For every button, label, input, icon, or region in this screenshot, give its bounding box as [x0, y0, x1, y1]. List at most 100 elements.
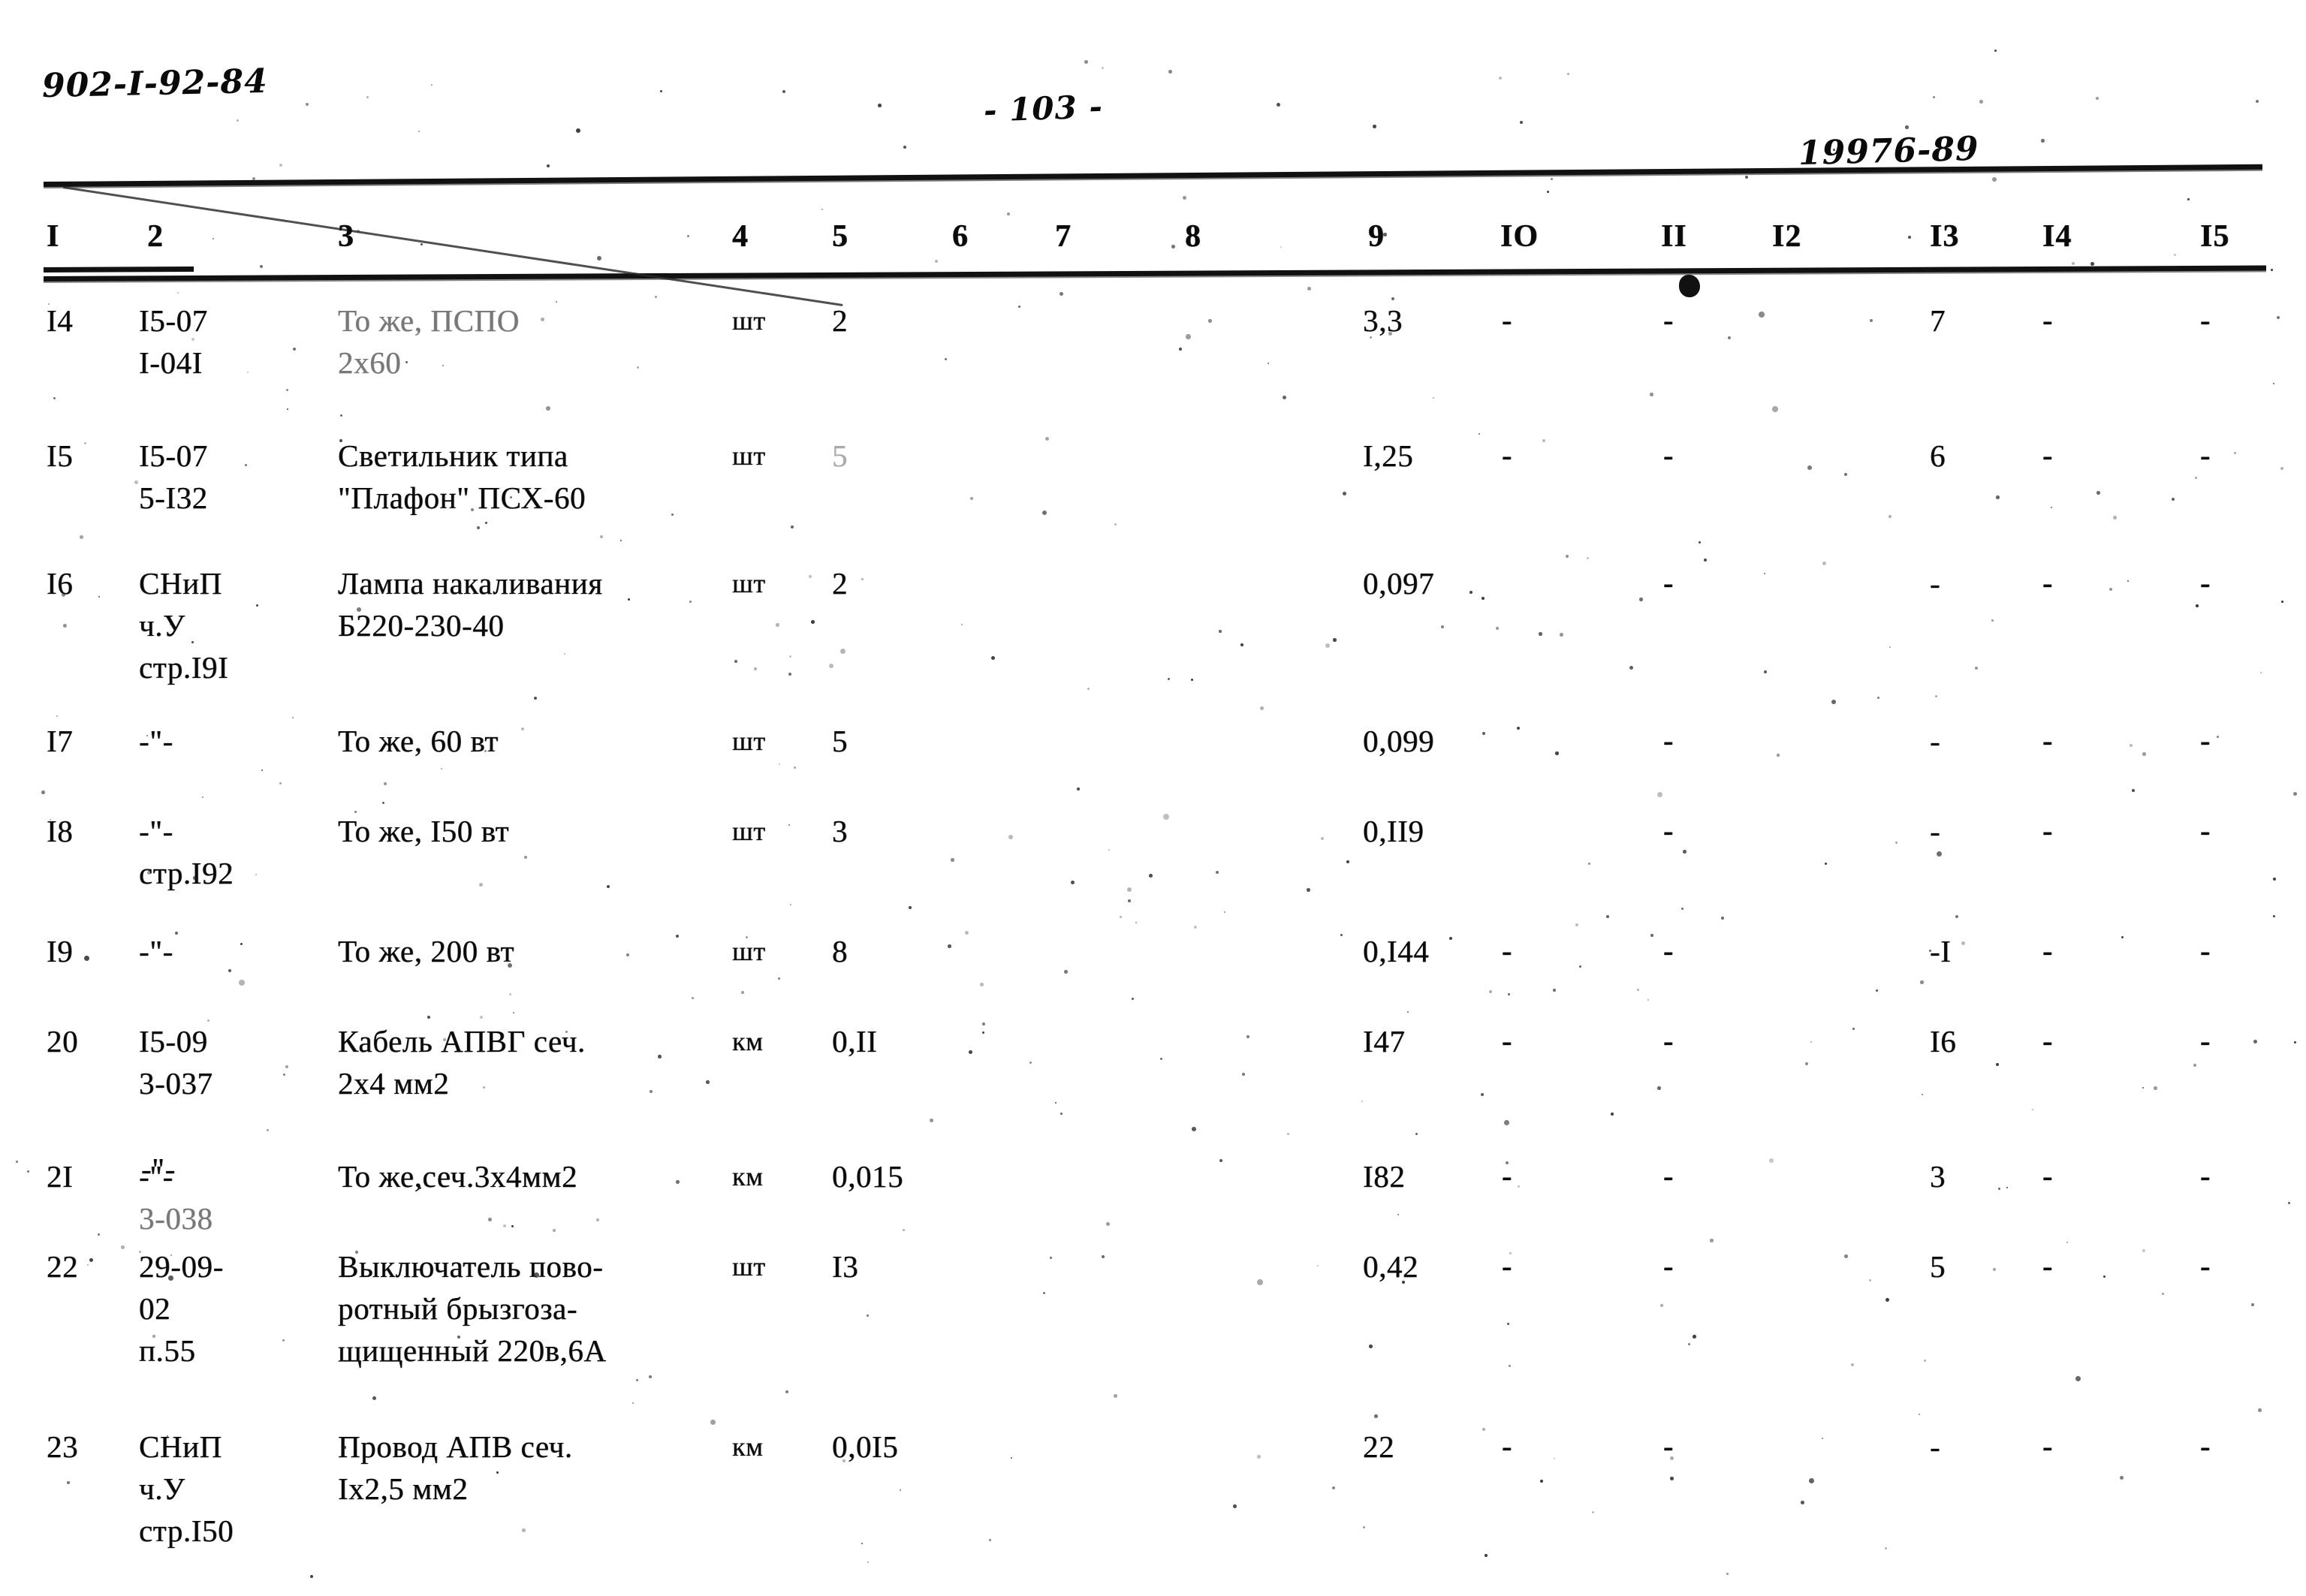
row-I4-description-line-2: 2х60 [338, 345, 402, 380]
row-I5-code-line-1: I5-07 [139, 438, 208, 473]
row-I8-quantity: 3 [832, 814, 849, 848]
row-I6-col13: - [1930, 566, 1941, 601]
row-22-unit: шт [732, 1251, 766, 1281]
row-23-code-line-2: ч.У [139, 1471, 185, 1506]
row-I5-description-line-2: "Плафон" ПСХ-60 [338, 480, 586, 515]
row-20-col9-value: I47 [1363, 1024, 1406, 1058]
row-I8-unit: шт [732, 816, 766, 846]
column-header-10: IO [1500, 219, 1539, 254]
row-I6-col11: - [1663, 566, 1674, 600]
row-23-col13: - [1930, 1429, 1941, 1464]
specification-table: I 2 3 4 5 6 7 8 9 IO II I2 I3 I4 I5 I4 I5-07 I-04I То же, … [0, 0, 2306, 1596]
column-header-2: 2 [147, 219, 164, 254]
row-I7-code-line-1: -"- [139, 724, 173, 758]
row-20-col14: - [2042, 1024, 2053, 1058]
row-20-col15: - [2200, 1024, 2211, 1058]
row-23-col10: - [1502, 1429, 1512, 1463]
row-I8-col14: - [2042, 814, 2053, 848]
row-I4-col9-value: 3,3 [1363, 303, 1403, 338]
row-23-col14: - [2042, 1429, 2053, 1463]
row-I7-col13: - [1930, 724, 1941, 758]
row-I5-col13: 6 [1930, 438, 1946, 473]
row-20-index: 20 [47, 1024, 79, 1058]
row-I4-description-line-1: То же, ПСПО [338, 303, 520, 338]
row-I5-description-line-1: Светильник типа [338, 438, 568, 473]
row-2I-col15: - [2200, 1159, 2211, 1193]
row-20-col10: - [1502, 1024, 1512, 1058]
row-23-index: 23 [47, 1429, 79, 1464]
row-22-col9-value: 0,42 [1363, 1249, 1419, 1284]
row-I4-col13: 7 [1930, 303, 1946, 338]
row-I9-col15: - [2200, 934, 2211, 968]
row-20-unit: км [732, 1026, 764, 1056]
row-I4-unit: шт [732, 306, 766, 336]
column-header-4: 4 [732, 219, 749, 254]
row-I6-description-line-2: Б220-230-40 [338, 608, 505, 643]
row-I5-col9-value: I,25 [1363, 438, 1414, 473]
row-I9-col9-value: 0,I44 [1363, 934, 1430, 968]
row-I9-unit: шт [732, 936, 766, 966]
row-I5-col11: - [1663, 438, 1674, 472]
row-20-col11: - [1663, 1024, 1674, 1058]
row-22-code-line-2: 02 [139, 1291, 171, 1326]
row-23-description-line-1: Провод АПВ сеч. [338, 1429, 573, 1464]
column-header-13: I3 [1930, 219, 1960, 254]
row-22-description-line-2: ротный брызгоза- [338, 1291, 578, 1326]
row-23-col9-value: 22 [1363, 1429, 1395, 1464]
row-23-code-line-3: стр.I50 [139, 1513, 234, 1548]
column-header-7: 7 [1055, 219, 1072, 254]
row-I8-col13: - [1930, 814, 1941, 848]
row-23-description-line-2: Iх2,5 мм2 [338, 1471, 469, 1506]
column-header-5: 5 [832, 219, 849, 254]
row-I5-code-line-2: 5-I32 [139, 480, 208, 515]
row-I7-unit: шт [732, 726, 766, 756]
row-I9-col11: - [1663, 934, 1674, 968]
row-I8-col15: - [2200, 814, 2211, 848]
row-I7-index: I7 [47, 724, 74, 758]
row-22-description-line-3: щищенный 220в,6А [338, 1333, 607, 1368]
row-I6-code-line-1: СНиП [139, 566, 222, 601]
row-22-col10: - [1502, 1249, 1512, 1283]
row-I5-index: I5 [47, 438, 74, 473]
column-header-8: 8 [1185, 219, 1201, 254]
row-I5-quantity: 5 [832, 438, 849, 473]
row-2I-col14: - [2042, 1159, 2053, 1193]
row-2I-code-line-2: 3-038 [139, 1201, 213, 1236]
row-I9-col14: - [2042, 934, 2053, 968]
row-22-index: 22 [47, 1249, 79, 1284]
row-I7-quantity: 5 [832, 724, 849, 758]
row-20-code-line-1: I5-09 [139, 1024, 208, 1058]
row-22-quantity: I3 [832, 1249, 859, 1284]
row-22-col13: 5 [1930, 1249, 1946, 1284]
row-I6-unit: шт [732, 568, 766, 598]
row-I9-code-line-1: -"- [139, 934, 173, 968]
row-22-col15: - [2200, 1249, 2211, 1283]
row-23-col15: - [2200, 1429, 2211, 1463]
row-20-col13: I6 [1930, 1024, 1957, 1058]
column-header-9: 9 [1368, 219, 1385, 254]
row-I5-col10: - [1502, 438, 1512, 472]
row-I8-col11: - [1663, 814, 1674, 848]
row-I9-description-line-1: То же, 200 вт [338, 934, 515, 968]
row-22-code-line-1: 29-09- [139, 1249, 224, 1284]
row-I8-description-line-1: То же, I50 вт [338, 814, 510, 848]
row-I7-col14: - [2042, 724, 2053, 757]
row-I9-index: I9 [47, 934, 74, 968]
row-20-code-line-2: 3-037 [139, 1066, 213, 1101]
row-I6-quantity: 2 [832, 566, 849, 601]
row-I8-code-line-2: стр.I92 [139, 856, 234, 890]
row-2I-col9-value: I82 [1363, 1159, 1406, 1194]
row-I6-code-line-2: ч.У [139, 608, 185, 643]
row-I7-col15: - [2200, 724, 2211, 757]
column-header-14: I4 [2042, 219, 2072, 254]
row-2I-description-line-1: То же,сеч.3х4мм2 [338, 1159, 578, 1194]
row-20-description-line-1: Кабель АПВГ сеч. [338, 1024, 586, 1058]
row-I8-code-line-1: -"- [139, 814, 173, 848]
column-header-1: I [47, 219, 60, 254]
column-header-12: I2 [1772, 219, 1802, 254]
row-I8-index: I8 [47, 814, 74, 848]
row-23-code-line-1: СНиП [139, 1429, 222, 1464]
row-I7-col11: - [1663, 724, 1674, 757]
row-I5-unit: шт [732, 441, 766, 471]
row-I6-col14: - [2042, 566, 2053, 600]
